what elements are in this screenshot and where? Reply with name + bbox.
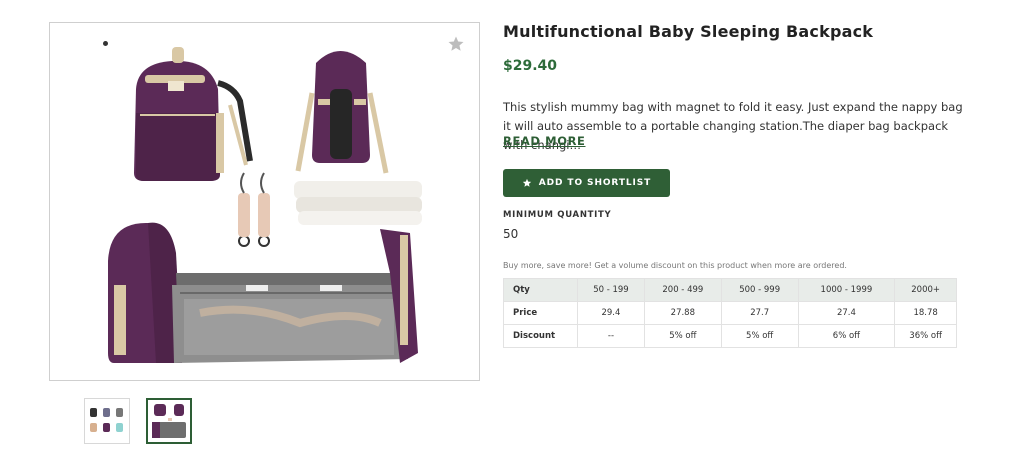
table-cell: 5% off [643,324,722,348]
stroller-hooks-illustration [238,172,270,247]
table-cell: Price [503,301,578,325]
table-cell: 5% off [720,324,799,348]
minimum-quantity-value: 50 [503,227,519,241]
volume-discount-note: Buy more, save more! Get a volume discou… [503,261,847,270]
table-cell: -- [577,324,645,348]
table-row-qty: Qty 50 - 199 200 - 499 500 - 999 1000 - … [503,278,957,302]
thumbnail-color-variants[interactable] [84,398,130,444]
expanded-bed-illustration [108,222,418,363]
table-cell: 27.7 [720,301,799,325]
table-cell: 500 - 999 [720,278,799,302]
add-to-shortlist-button[interactable]: ADD TO SHORTLIST [503,169,670,197]
shortlist-button-label: ADD TO SHORTLIST [538,178,652,188]
product-photo [108,47,422,363]
product-info-panel: Multifunctional Baby Sleeping Backpack $… [503,22,963,348]
table-row-price: Price 29.4 27.88 27.7 27.4 18.78 [503,301,957,325]
read-more-link[interactable]: READ MORE [503,134,586,148]
table-cell: 1000 - 1999 [797,278,896,302]
table-cell: 18.78 [894,301,957,325]
table-cell: 50 - 199 [577,278,645,302]
table-cell: 36% off [894,324,957,348]
table-cell: 29.4 [577,301,645,325]
table-cell: 6% off [797,324,896,348]
backpack-front-illustration [134,47,253,181]
product-price: $29.40 [503,58,558,74]
minimum-quantity-label: MINIMUM QUANTITY [503,210,612,220]
star-icon [522,178,531,187]
table-cell: 27.4 [797,301,896,325]
table-cell: 27.88 [643,301,722,325]
table-cell: Discount [503,324,578,348]
table-cell: 2000+ [894,278,957,302]
main-product-image[interactable] [49,22,480,381]
thumbnail-selected[interactable] [146,398,192,444]
folded-mat-illustration [294,181,422,225]
volume-pricing-table: Qty 50 - 199 200 - 499 500 - 999 1000 - … [503,278,957,348]
table-row-discount: Discount -- 5% off 5% off 6% off 36% off [503,324,957,348]
product-title: Multifunctional Baby Sleeping Backpack [503,22,874,41]
backpack-back-illustration [295,51,389,174]
table-cell: Qty [503,278,578,302]
table-cell: 200 - 499 [643,278,722,302]
